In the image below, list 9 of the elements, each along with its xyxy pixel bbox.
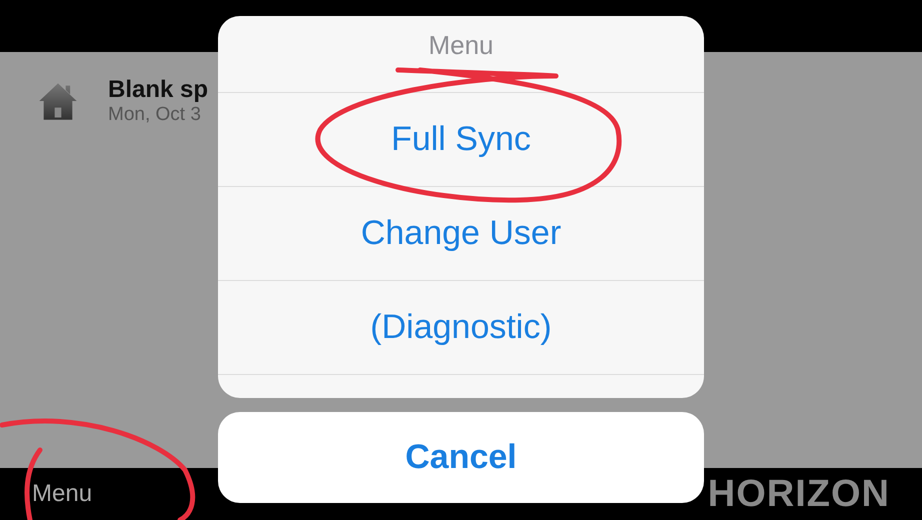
menu-button[interactable]: Menu bbox=[32, 480, 92, 508]
menu-action[interactable]: Change User bbox=[218, 187, 704, 281]
menu-action[interactable]: Full Sync bbox=[218, 93, 704, 187]
logo: HORIZON bbox=[708, 472, 890, 516]
cancel-button[interactable]: Cancel bbox=[218, 412, 704, 503]
sheet-title: Menu bbox=[218, 16, 704, 93]
item-title: Blank sp bbox=[108, 76, 208, 104]
item-date: Mon, Oct 3 bbox=[108, 104, 202, 126]
menu-action[interactable]: (Diagnostic) bbox=[218, 281, 704, 375]
